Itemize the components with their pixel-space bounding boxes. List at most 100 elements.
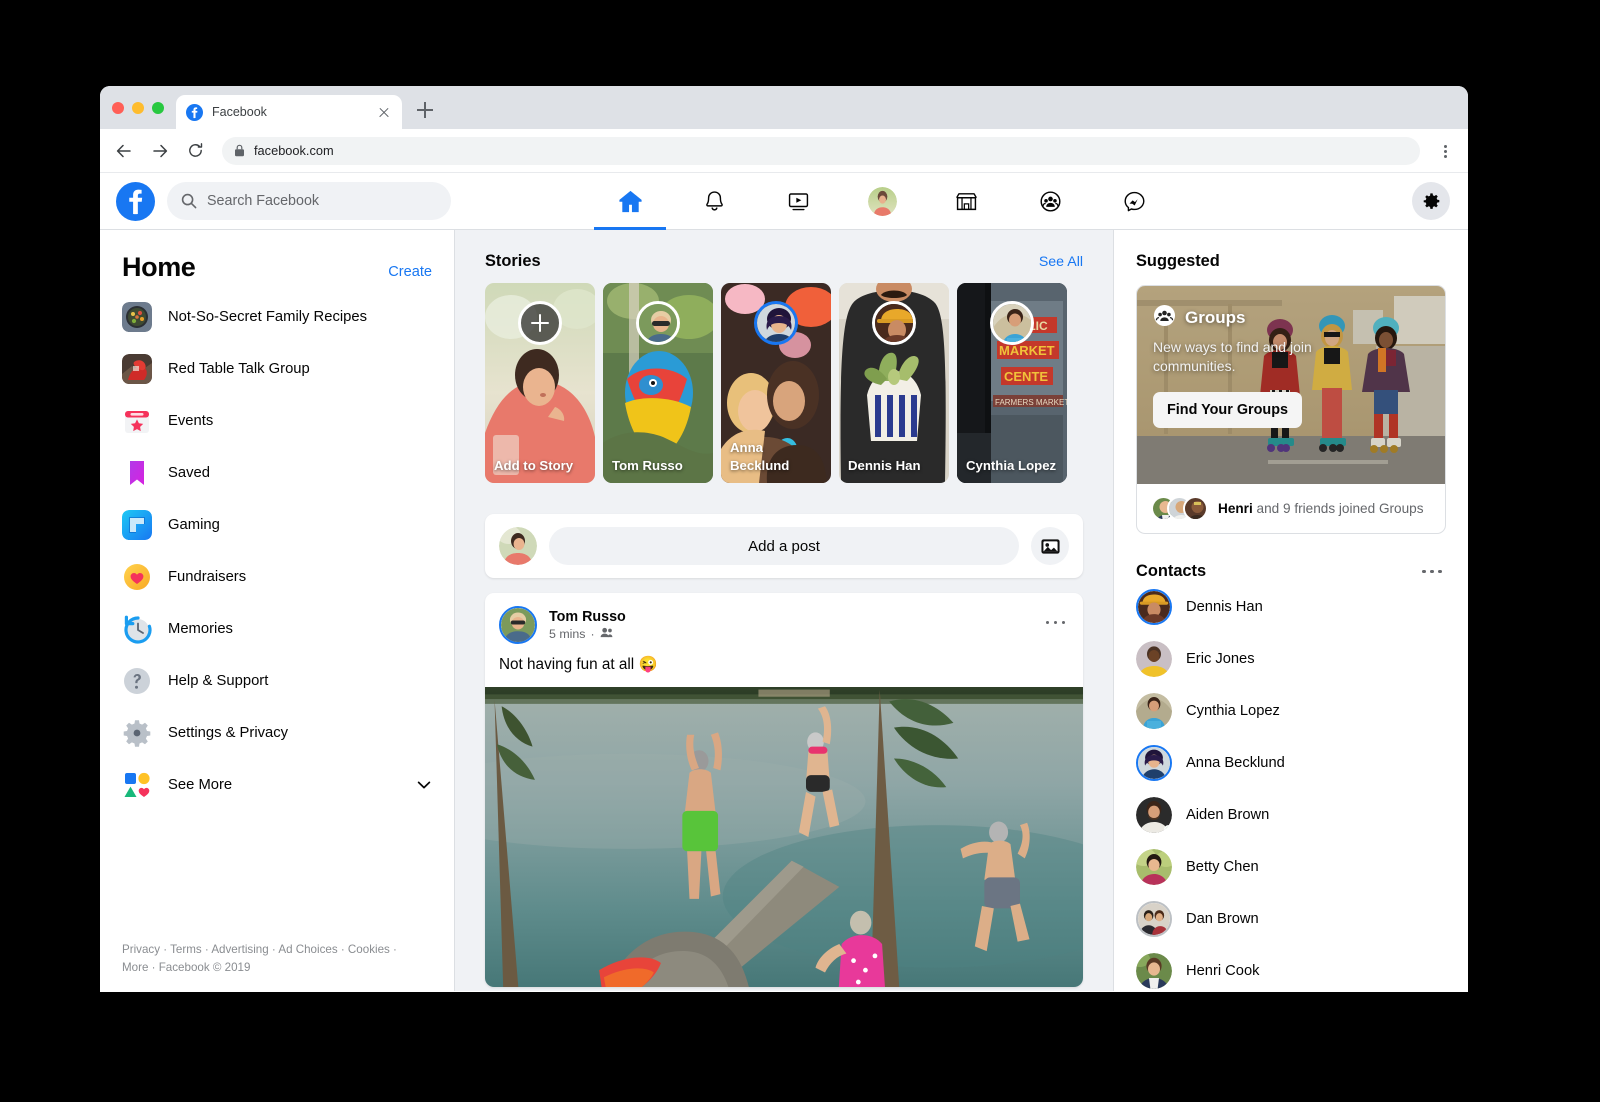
post-text: Not having fun at all 😜	[499, 656, 658, 673]
story-card-anna-becklund[interactable]: Anna Becklund	[721, 283, 831, 483]
facepile	[1151, 496, 1208, 521]
suggested-groups-card: Groups New ways to find and join communi…	[1136, 285, 1446, 534]
sidebar-item-saved[interactable]: Saved	[100, 447, 454, 499]
contact-name: Aiden Brown	[1186, 807, 1270, 823]
right-sidebar: Suggested Groups New ways to find and jo…	[1113, 230, 1468, 991]
footer-line-1[interactable]: Privacy · Terms · Advertising · Ad Choic…	[122, 941, 422, 959]
nav-groups-tab[interactable]	[1008, 173, 1092, 230]
contact-name: Dennis Han	[1186, 599, 1263, 615]
contact-avatar	[1136, 589, 1172, 625]
sidebar-item-label: Memories	[168, 621, 233, 637]
minimize-window-button[interactable]	[132, 102, 144, 114]
post-author-avatar[interactable]	[499, 606, 537, 644]
contact-avatar	[1136, 693, 1172, 729]
sidebar-item-settings-privacy[interactable]: Settings & Privacy	[100, 707, 454, 759]
post-photo[interactable]	[485, 687, 1083, 987]
composer-user-avatar[interactable]	[499, 527, 537, 565]
story-label: Cynthia Lopez	[966, 458, 1057, 474]
find-your-groups-button[interactable]: Find Your Groups	[1153, 391, 1302, 428]
create-link[interactable]: Create	[388, 264, 432, 280]
sidebar-item-fundraisers[interactable]: Fundraisers	[100, 551, 454, 603]
nav-watch-tab[interactable]	[756, 173, 840, 230]
story-card-tom-russo[interactable]: Tom Russo	[603, 283, 713, 483]
contact-name: Betty Chen	[1186, 859, 1259, 875]
nav-marketplace-tab[interactable]	[924, 173, 1008, 230]
contacts-header: Contacts	[1136, 562, 1446, 581]
story-label: Add to Story	[494, 458, 574, 474]
story-card-add-to-story[interactable]: Add to Story	[485, 283, 595, 483]
stories-heading: Stories	[485, 252, 541, 270]
story-label: Tom Russo	[612, 458, 683, 474]
facebook-logo-icon[interactable]	[116, 181, 155, 221]
sidebar-item-events[interactable]: Events	[100, 395, 454, 447]
contact-avatar	[1136, 797, 1172, 833]
contacts-menu-button[interactable]	[1420, 564, 1446, 580]
contact-row-aiden-brown[interactable]: Aiden Brown	[1130, 789, 1452, 841]
stories-header: Stories See All	[455, 230, 1113, 271]
sidebar-item-memories[interactable]: Memories	[100, 603, 454, 655]
feed-post: Tom Russo 5 mins · Not having fun at all…	[485, 593, 1083, 987]
sidebar-item-gaming[interactable]: Gaming	[100, 499, 454, 551]
contact-avatar	[1136, 641, 1172, 677]
stories-see-all-link[interactable]: See All	[1039, 254, 1083, 270]
bookmark-icon	[122, 458, 152, 488]
contacts-heading: Contacts	[1136, 562, 1207, 580]
facepile-avatar-3	[1183, 496, 1208, 521]
add-photo-button[interactable]	[1031, 527, 1069, 565]
nav-profile-tab[interactable]	[840, 173, 924, 230]
suggested-card-footer[interactable]: Henri and 9 friends joined Groups	[1137, 484, 1445, 533]
page-content: Home Create Not-So-Secret Family Recipes	[100, 230, 1468, 991]
contact-name: Anna Becklund	[1186, 755, 1285, 771]
new-tab-button[interactable]	[414, 99, 436, 121]
sidebar-item-label: Not-So-Secret Family Recipes	[168, 309, 367, 325]
address-bar[interactable]: facebook.com	[222, 136, 1420, 165]
sidebar-item-red-table-talk[interactable]: Red Table Talk Group	[100, 343, 454, 395]
browser-menu-icon[interactable]	[1436, 142, 1454, 160]
chevron-down-icon[interactable]	[416, 777, 432, 793]
add-story-plus-icon[interactable]	[518, 301, 562, 345]
story-card-cynthia-lopez[interactable]: PUBLIC MARKET CENTE FARMERS MARKET	[957, 283, 1067, 483]
sidebar-item-help-support[interactable]: Help & Support	[100, 655, 454, 707]
back-arrow-icon[interactable]	[114, 141, 134, 161]
search-icon	[181, 193, 197, 209]
facebook-favicon-icon	[186, 103, 203, 121]
post-menu-button[interactable]	[1043, 612, 1069, 632]
contact-row-dan-brown[interactable]: Dan Brown	[1130, 893, 1452, 945]
lock-icon	[234, 144, 245, 157]
image-icon	[1040, 538, 1060, 554]
add-post-input[interactable]: Add a post	[549, 527, 1019, 565]
settings-button[interactable]	[1412, 182, 1450, 220]
close-window-button[interactable]	[112, 102, 124, 114]
contact-name: Henri Cook	[1186, 963, 1260, 979]
contact-avatar	[1136, 745, 1172, 781]
maximize-window-button[interactable]	[152, 102, 164, 114]
post-author-block: Tom Russo 5 mins ·	[549, 609, 626, 641]
sidebar-item-recipes[interactable]: Not-So-Secret Family Recipes	[100, 291, 454, 343]
contact-row-anna-becklund[interactable]: Anna Becklund	[1130, 737, 1452, 789]
contact-row-cynthia-lopez[interactable]: Cynthia Lopez	[1130, 685, 1452, 737]
nav-messenger-tab[interactable]	[1092, 173, 1176, 230]
contact-row-eric-jones[interactable]: Eric Jones	[1130, 633, 1452, 685]
search-input[interactable]: Search Facebook	[167, 182, 451, 220]
stories-carousel[interactable]: Add to Story Tom Russo Anna Becklund Den…	[455, 271, 1113, 483]
heart-icon	[122, 562, 152, 592]
left-sidebar: Home Create Not-So-Secret Family Recipes	[100, 230, 455, 991]
reload-icon[interactable]	[186, 141, 206, 161]
footer-line-2[interactable]: More · Facebook © 2019	[122, 959, 422, 977]
story-label: Dennis Han	[848, 458, 921, 474]
sidebar-item-see-more[interactable]: See More	[100, 759, 454, 811]
footer-bold-name: Henri	[1218, 501, 1253, 516]
contact-row-henri-cook[interactable]: Henri Cook	[1130, 945, 1452, 992]
story-card-dennis-han[interactable]: Dennis Han	[839, 283, 949, 483]
post-author-name[interactable]: Tom Russo	[549, 609, 626, 625]
browser-window: Facebook facebook.com Search Facebook Ho…	[100, 86, 1468, 992]
nav-home-tab[interactable]	[588, 173, 672, 230]
svg-text:MARKET: MARKET	[999, 343, 1055, 358]
nav-notifications-tab[interactable]	[672, 173, 756, 230]
contact-row-betty-chen[interactable]: Betty Chen	[1130, 841, 1452, 893]
browser-tab[interactable]: Facebook	[176, 95, 402, 129]
forward-arrow-icon[interactable]	[150, 141, 170, 161]
story-avatar-dennis-han	[872, 301, 916, 345]
contact-row-dennis-han[interactable]: Dennis Han	[1130, 581, 1452, 633]
close-tab-icon[interactable]	[376, 104, 392, 120]
